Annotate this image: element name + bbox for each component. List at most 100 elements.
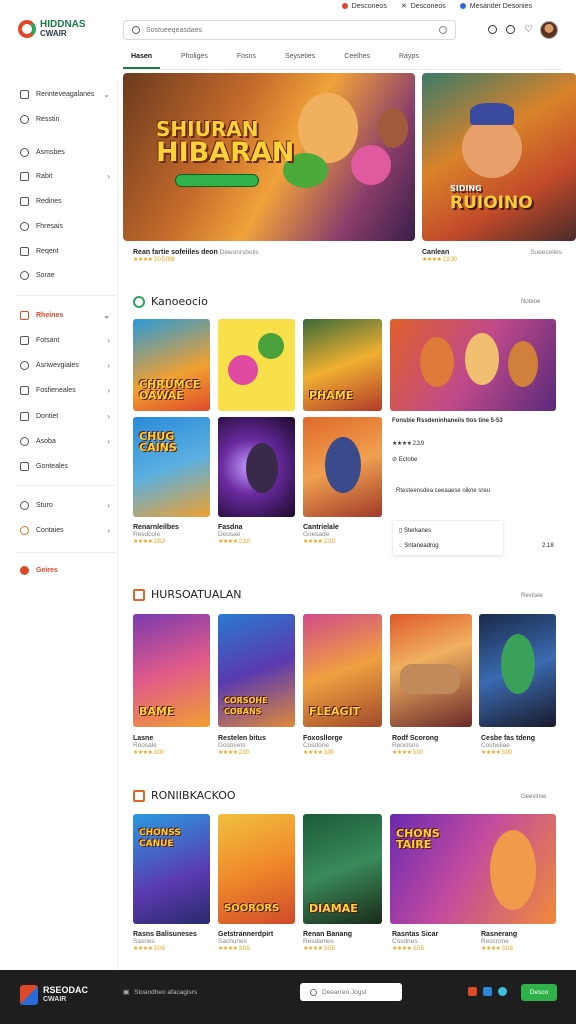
game-card[interactable] — [390, 614, 472, 727]
game-card-featured[interactable]: CHONS TAIRE — [390, 814, 556, 924]
game-card[interactable]: CHONSS CANUE — [133, 814, 210, 924]
brand-logo[interactable]: HIDDNAS CWAIR — [18, 20, 86, 38]
social-icon-red[interactable] — [468, 987, 477, 996]
card-caption: Cantrielale Goesade ★★★★ 2.3.0 — [303, 524, 339, 545]
sidebar-item-15[interactable]: Gonteales — [20, 462, 110, 471]
tab-hasen[interactable]: Hasen — [123, 50, 161, 69]
hero-banner-side[interactable]: SIDING RUIOINO — [422, 73, 576, 241]
game-card[interactable]: PHAME — [303, 319, 382, 411]
game-card[interactable] — [218, 417, 295, 517]
top-link-3[interactable]: Mesander Desonies — [459, 3, 532, 10]
section-3-more-link[interactable]: Geevinse — [521, 794, 546, 800]
card-caption: Foxosllorge Cosdone ★★★★ 3.00 — [303, 735, 343, 756]
sidebar-item-3[interactable]: Asmsbes — [20, 148, 110, 157]
top-link-1[interactable]: Desconeos — [341, 3, 387, 10]
card-caption: Getstrannerdpirt Sachunes ★★★★ 3.0.5 — [218, 931, 274, 952]
character-art — [246, 443, 278, 493]
search-submit-icon[interactable] — [439, 26, 447, 34]
compass-icon — [20, 148, 29, 157]
dropdown-option[interactable]: ◌ Sntaneadrog — [399, 543, 439, 549]
social-icon-blue[interactable] — [483, 987, 492, 996]
document-icon — [20, 247, 29, 256]
brand-name: HIDDNAS CWAIR — [40, 19, 86, 39]
tab-fosns[interactable]: Fosns — [229, 50, 264, 69]
game-card[interactable]: DIAMAE — [303, 814, 382, 924]
notifications-icon[interactable] — [488, 25, 497, 34]
sidebar-item-18[interactable]: Geires — [20, 566, 110, 575]
hero-title: SHIURAN HIBARAN — [156, 117, 295, 168]
hero-play-button[interactable] — [175, 174, 259, 187]
game-card[interactable]: CHRUMCE OAWAE — [133, 319, 210, 411]
game-card[interactable] — [303, 417, 382, 517]
section-1-more-link[interactable]: Noteoe — [521, 299, 540, 305]
section-2-more-link[interactable]: Revisee — [521, 593, 543, 599]
social-icon-cyan[interactable] — [498, 987, 507, 996]
footer: RSEODACCWAIR ▣Stoandheo afacagisrs Desco — [0, 970, 576, 1024]
favorites-icon[interactable]: ♡ — [524, 24, 533, 35]
sidebar-item-4[interactable]: Rabit › — [20, 172, 110, 181]
grid-icon — [20, 90, 29, 99]
hero-banner-main[interactable]: SHIURAN HIBARAN — [123, 73, 415, 241]
game-card[interactable]: CHUG CAINS — [133, 417, 210, 517]
character-art — [351, 145, 391, 185]
settings-icon[interactable] — [506, 25, 515, 34]
footer-search-input[interactable] — [322, 988, 397, 996]
footer-action-button[interactable]: Desco — [521, 984, 557, 1001]
sidebar-item-14[interactable]: Asoba › — [20, 437, 110, 446]
section-3-header: RONIIBKACKOO — [133, 789, 236, 802]
chevron-right-icon: › — [107, 501, 110, 510]
detail-rating: ★★★★ 2.3.9 — [392, 441, 424, 447]
sidebar-item-12[interactable]: Fosfieneales › — [20, 386, 110, 395]
sidebar-item-8[interactable]: Sorae — [20, 271, 110, 280]
sidebar-item-2[interactable]: Resstin — [20, 115, 110, 124]
logo-mark-icon — [18, 20, 36, 38]
sidebar-item-16[interactable]: Sturo › — [20, 501, 110, 510]
character-art — [378, 108, 408, 148]
tab-seyseties[interactable]: Seyseties — [277, 50, 323, 69]
sidebar-item-9[interactable]: Rheines ⌄ — [20, 311, 110, 320]
sidebar-item-17[interactable]: Contaies › — [20, 526, 110, 535]
grid-icon — [133, 588, 145, 601]
sidebar-item-10[interactable]: Fotsant › — [20, 336, 110, 345]
top-link-2[interactable]: ✕ Desconeos — [400, 2, 446, 11]
logo-mark-icon — [20, 985, 38, 1005]
game-card[interactable]: CORSOHE COBANS — [218, 614, 295, 727]
chevron-right-icon: › — [107, 172, 110, 181]
detail-description: Rtesteensdea ceeaaese oikne sreu — [396, 488, 491, 494]
sidebar-item-13[interactable]: Dontiet › — [20, 412, 110, 421]
options-dropdown: ▯ Sterkanes ◌ Sntaneadrog — [392, 520, 504, 556]
search-box — [123, 20, 456, 40]
card-caption: Rodf Scorong Reoclsns ★★★★ 3.00 — [392, 735, 439, 756]
record-icon — [341, 3, 348, 9]
section-2-header: HURSOATUALAN — [133, 588, 242, 601]
sidebar-item-11[interactable]: Asriwevgiales › — [20, 361, 110, 370]
game-card[interactable]: SOORORS — [218, 814, 295, 924]
game-card[interactable] — [218, 319, 295, 411]
search-icon — [310, 988, 317, 996]
sidebar-item-5[interactable]: Redines — [20, 197, 110, 206]
game-card-featured[interactable] — [390, 319, 556, 411]
sidebar-item-1[interactable]: Rennteveagalanes ⌄ — [20, 90, 110, 99]
game-card[interactable]: FLEAGIT — [303, 614, 382, 727]
game-card[interactable] — [479, 614, 556, 727]
footer-logo[interactable]: RSEODAC CWAIR — [20, 985, 88, 1005]
tab-pholiges[interactable]: Pholiges — [173, 50, 216, 69]
footer-copyright: ▣ Stoandheo afacagisrs — [123, 988, 198, 997]
avatar[interactable] — [540, 21, 558, 39]
detail-tag[interactable]: ⊘ Ectobe — [392, 456, 417, 463]
section-1-header: Kanoeocio — [133, 295, 208, 308]
close-icon: ✕ — [400, 3, 407, 10]
tab-rayps[interactable]: Rayps — [391, 50, 427, 69]
chevron-right-icon: › — [107, 437, 110, 446]
card-caption: Rasntas Sicar Cosdnes ★★★★ 3.0.5 — [392, 931, 439, 952]
star-icon — [20, 271, 29, 280]
sidebar-item-6[interactable]: Fhresais — [20, 222, 110, 231]
game-card[interactable]: BAME — [133, 614, 210, 727]
coin-icon — [20, 526, 29, 535]
search-input[interactable] — [146, 26, 433, 34]
card-caption: Rasnerang Rescrone ★★★★ 3.0.5 — [481, 931, 518, 952]
chevron-right-icon: › — [107, 526, 110, 535]
dropdown-option[interactable]: ▯ Sterkanes — [399, 527, 431, 534]
tab-ceelhes[interactable]: Ceelhes — [336, 50, 378, 69]
sidebar-item-7[interactable]: Reqent — [20, 247, 110, 256]
